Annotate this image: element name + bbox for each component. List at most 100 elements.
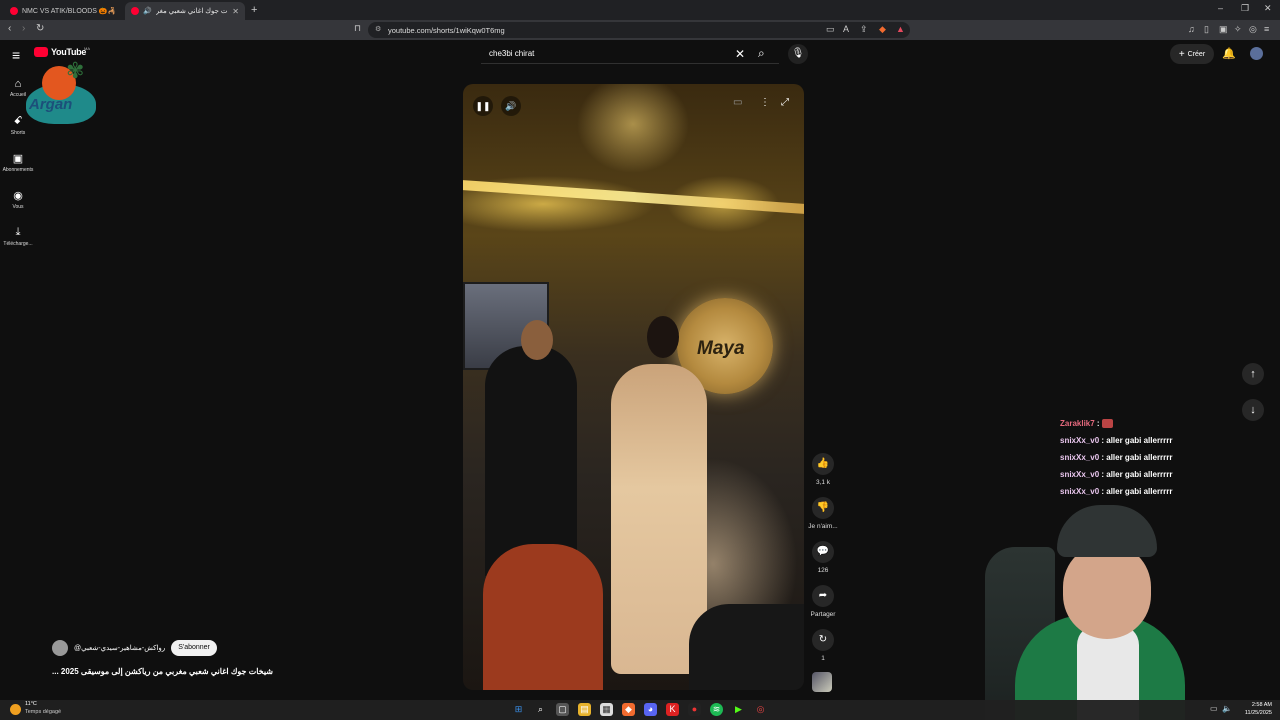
volume-icon[interactable]: 🔊 bbox=[501, 96, 521, 116]
brave-browser-icon[interactable]: ◆ bbox=[622, 703, 635, 716]
close-window-icon[interactable]: ✕ bbox=[1264, 3, 1272, 14]
sidebar-item-shorts[interactable]: ꗃ Shorts bbox=[0, 115, 36, 136]
cast-icon[interactable]: ▭ bbox=[826, 24, 835, 35]
share-page-icon[interactable]: ⇪ bbox=[860, 24, 868, 35]
back-icon[interactable]: ‹ bbox=[8, 23, 11, 34]
channel-avatar[interactable] bbox=[52, 640, 68, 656]
weather-temperature[interactable]: 11°C bbox=[25, 701, 37, 707]
browser-toolbar: ‹ › ↻ ⊓ ⚙ youtube.com/shorts/1wiKqw0T6mg… bbox=[0, 20, 1280, 40]
palm-tree-icon: ✾ bbox=[66, 58, 85, 83]
tab-title: شيخات جوك اغاني شعبي مغر... bbox=[155, 8, 229, 15]
windows-start-icon[interactable]: ⊞ bbox=[512, 703, 525, 716]
chat-message: snixXx_v0 : aller gabi allerrrrr bbox=[1060, 453, 1173, 462]
bookmark-icon[interactable]: ⊓ bbox=[354, 23, 361, 34]
short-title[interactable]: شيخات جوك اغاني شعبي مغربي من رياكشن إلى… bbox=[52, 667, 292, 676]
forward-icon[interactable]: › bbox=[22, 23, 25, 34]
chat-username: snixXx_v0 bbox=[1060, 487, 1100, 496]
spotify-icon[interactable]: ≋ bbox=[710, 703, 723, 716]
restore-icon[interactable]: ❐ bbox=[1241, 3, 1249, 14]
search-icon[interactable]: ⌕ bbox=[758, 46, 765, 61]
vpn-icon[interactable]: ◎ bbox=[1249, 24, 1257, 35]
speaker-icon[interactable]: 🔈 bbox=[1222, 704, 1232, 713]
file-explorer-icon[interactable]: ▤ bbox=[578, 703, 591, 716]
network-icon[interactable]: ▭ bbox=[1210, 704, 1218, 713]
extensions-icon[interactable]: ▣ bbox=[1219, 24, 1228, 35]
brave-shield-icon[interactable]: ◆ bbox=[879, 24, 886, 35]
chat-text: aller gabi allerrrrr bbox=[1106, 436, 1173, 445]
comments-button[interactable]: 💬 126 bbox=[808, 541, 838, 574]
like-button[interactable]: 👍 3,1 k bbox=[808, 453, 838, 486]
windows-taskbar: 11°C Temps dégagé ⊞ ⌕ ▢ ▤ ▦ ◆ ◕ K ● ≋ ▶ … bbox=[0, 700, 1280, 720]
dislike-button[interactable]: 👎 Je n'aim... bbox=[808, 497, 838, 530]
media-icon[interactable]: ♫ bbox=[1188, 24, 1195, 34]
tab-close-icon[interactable]: ✕ bbox=[232, 7, 239, 16]
recorder-icon[interactable]: ● bbox=[688, 703, 701, 716]
brave-rewards-icon[interactable]: ▲ bbox=[896, 24, 905, 34]
browser-tab-nmc[interactable]: NMC VS ATIK/BLOODS 🎃🦂 - YouTube bbox=[4, 2, 122, 20]
store-icon[interactable]: ▦ bbox=[600, 703, 613, 716]
musician-figure bbox=[485, 346, 577, 576]
sidebar-item-label: Vous bbox=[12, 204, 24, 210]
previous-short-button[interactable]: ↑ bbox=[1242, 363, 1264, 385]
search-query: che3bi chirat bbox=[489, 49, 535, 58]
sidebar-item-subscriptions[interactable]: ▣ Abonnements bbox=[0, 152, 36, 173]
thumbs-down-icon: 👎 bbox=[812, 497, 834, 519]
fullscreen-icon[interactable]: ⤢ bbox=[781, 97, 789, 108]
create-button[interactable]: + Créer bbox=[1170, 44, 1214, 64]
browser-tab-active-short[interactable]: 🔊 شيخات جوك اغاني شعبي مغر... ✕ bbox=[125, 2, 245, 20]
sidebar-item-home[interactable]: ⌂ Accueil bbox=[0, 78, 36, 98]
discord-icon[interactable]: ◕ bbox=[644, 703, 657, 716]
taskbar-clock[interactable]: 2:58 AM 11/25/2025 bbox=[1240, 701, 1272, 717]
more-options-icon[interactable]: ⋮ bbox=[760, 97, 770, 108]
pause-icon[interactable]: ❚❚ bbox=[473, 96, 493, 116]
like-count: 3,1 k bbox=[815, 479, 831, 486]
voice-search-icon[interactable]: 🎙 bbox=[788, 44, 808, 64]
chat-message: snixXx_v0 : aller gabi allerrrrr bbox=[1060, 487, 1173, 496]
captions-icon[interactable]: ▭ bbox=[733, 97, 742, 108]
site-info-icon[interactable]: ⚙ bbox=[375, 25, 381, 33]
channel-name[interactable]: @رواكش-مشاهير-سيدي-شعبي bbox=[74, 644, 165, 652]
app-icon[interactable]: K bbox=[666, 703, 679, 716]
kick-icon[interactable]: ▶ bbox=[732, 703, 745, 716]
weather-description[interactable]: Temps dégagé bbox=[25, 709, 61, 715]
thumbs-up-icon: 👍 bbox=[812, 453, 834, 475]
guide-menu-icon[interactable]: ≡ bbox=[12, 47, 20, 63]
taskbar-search-icon[interactable]: ⌕ bbox=[534, 703, 547, 716]
account-avatar[interactable] bbox=[1250, 47, 1263, 60]
chrome-icon[interactable]: ◎ bbox=[754, 703, 767, 716]
wallet-icon[interactable]: ✧ bbox=[1234, 24, 1242, 35]
sidebar-icon[interactable]: ▯ bbox=[1204, 24, 1209, 35]
chat-username: Zaraklik7 bbox=[1060, 419, 1095, 428]
remix-button[interactable]: ↻ 1 bbox=[808, 629, 838, 662]
menu-icon[interactable]: ≡ bbox=[1264, 24, 1269, 34]
country-code: MA bbox=[84, 46, 90, 51]
short-video-player[interactable]: Maya ❚❚ 🔊 ▭ ⋮ ⤢ bbox=[463, 84, 804, 690]
youtube-favicon-icon bbox=[10, 7, 18, 15]
reload-icon[interactable]: ↻ bbox=[36, 23, 44, 34]
share-button[interactable]: ➦ Partager bbox=[808, 585, 838, 618]
weather-moon-icon[interactable] bbox=[10, 704, 21, 715]
next-short-button[interactable]: ↓ bbox=[1242, 399, 1264, 421]
subscriptions-icon: ▣ bbox=[12, 153, 24, 165]
share-label: Partager bbox=[810, 611, 836, 618]
channel-row: @رواكش-مشاهير-سيدي-شعبي S'abonner bbox=[52, 640, 217, 656]
chat-message: Zaraklik7 : bbox=[1060, 419, 1260, 436]
sidebar-item-downloads[interactable]: ⤓ Télécharge... bbox=[0, 226, 36, 247]
subscribe-button[interactable]: S'abonner bbox=[171, 640, 217, 656]
chat-message: snixXx_v0 : aller gabi allerrrrr bbox=[1060, 436, 1173, 445]
sound-thumbnail[interactable] bbox=[812, 672, 832, 692]
chat-username: snixXx_v0 bbox=[1060, 470, 1100, 479]
new-tab-icon[interactable]: + bbox=[251, 4, 257, 16]
task-view-icon[interactable]: ▢ bbox=[556, 703, 569, 716]
chat-text: aller gabi allerrrrr bbox=[1106, 453, 1173, 462]
youtube-favicon-icon bbox=[131, 7, 139, 15]
sidebar-item-you[interactable]: ◉ Vous bbox=[0, 189, 36, 210]
url-text: youtube.com/shorts/1wiKqw0T6mg bbox=[388, 25, 505, 35]
screen: NMC VS ATIK/BLOODS 🎃🦂 - YouTube 🔊 شيخات … bbox=[0, 0, 1280, 720]
clear-search-icon[interactable]: ✕ bbox=[735, 47, 745, 61]
translate-icon[interactable]: A bbox=[843, 24, 849, 34]
notifications-bell-icon[interactable]: 🔔 bbox=[1222, 47, 1236, 60]
minimize-icon[interactable]: – bbox=[1218, 3, 1223, 13]
streamer-webcam bbox=[985, 505, 1215, 720]
home-icon: ⌂ bbox=[14, 78, 22, 90]
